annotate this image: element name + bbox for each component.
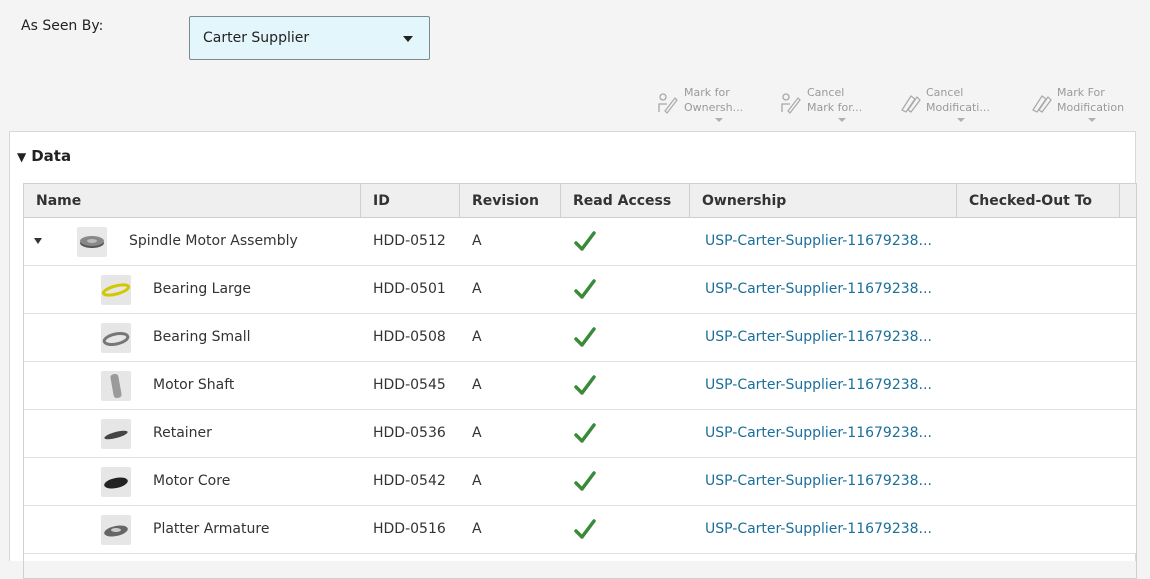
row-name: Bearing Large	[153, 281, 252, 297]
row-name: Motor Core	[153, 473, 231, 489]
data-panel: ▼ Data Name ID Revision Read Access Owner…	[9, 131, 1137, 579]
data-panel-header[interactable]: ▼ Data	[17, 147, 71, 165]
row-name: Retainer	[153, 425, 212, 441]
mark-ownership-line2: Ownersh...	[684, 101, 744, 114]
column-header-read-access[interactable]: Read Access	[561, 184, 690, 218]
row-revision: A	[472, 473, 482, 489]
row-ownership-link[interactable]: USP-Carter-Supplier-11679238...	[705, 218, 932, 265]
row-revision: A	[472, 521, 482, 537]
collapse-triangle-icon: ▼	[17, 150, 27, 164]
dropdown-arrow-icon	[715, 118, 723, 122]
dropdown-arrow-icon	[1088, 118, 1096, 122]
table-row[interactable]: Bearing Large HDD-0501 A USP-Carter-Supp…	[24, 266, 1136, 314]
cancel-mark-line2: Mark for...	[807, 101, 863, 114]
table-row[interactable]: Retainer HDD-0536 A USP-Carter-Supplier-…	[24, 410, 1136, 458]
row-revision: A	[472, 329, 482, 345]
row-ownership-link[interactable]: USP-Carter-Supplier-11679238...	[705, 314, 932, 361]
row-name: Spindle Motor Assembly	[129, 233, 298, 249]
column-header-checked-out-to[interactable]: Checked-Out To	[957, 184, 1120, 218]
motor-core-thumbnail-icon	[101, 467, 131, 497]
column-header-ownership[interactable]: Ownership	[690, 184, 957, 218]
mark-modification-line2: Modification	[1057, 101, 1125, 114]
mark-ownership-icon	[658, 93, 678, 114]
mark-modification-line1: Mark For	[1057, 86, 1105, 99]
row-ownership-link[interactable]: USP-Carter-Supplier-11679238...	[705, 362, 932, 409]
check-icon	[574, 519, 596, 539]
as-seen-by-dropdown[interactable]: Carter Supplier	[189, 16, 430, 60]
table-row[interactable]: Bearing Small HDD-0508 A USP-Carter-Supp…	[24, 314, 1136, 362]
table-header: Name ID Revision Read Access Ownership C…	[24, 184, 1136, 218]
row-id: HDD-0501	[373, 281, 446, 297]
row-id: HDD-0536	[373, 425, 446, 441]
column-header-id[interactable]: ID	[361, 184, 460, 218]
row-id: HDD-0545	[373, 377, 446, 393]
as-seen-by-selected: Carter Supplier	[203, 30, 310, 46]
row-revision: A	[472, 233, 482, 249]
dropdown-arrow-icon	[838, 118, 846, 122]
row-id: HDD-0542	[373, 473, 446, 489]
cancel-mark-ownership-icon	[781, 93, 801, 114]
tree-expander-icon[interactable]	[34, 238, 42, 244]
row-revision: A	[472, 281, 482, 297]
check-icon	[574, 231, 596, 251]
row-id: HDD-0512	[373, 233, 446, 249]
check-icon	[574, 471, 596, 491]
row-revision: A	[472, 425, 482, 441]
cancel-modification-icon	[901, 95, 921, 113]
mark-modification-icon	[1032, 95, 1052, 113]
table-row[interactable]: Platter Armature HDD-0516 A USP-Carter-S…	[24, 506, 1136, 554]
data-panel-title: Data	[31, 147, 72, 165]
table-row[interactable]: Motor Shaft HDD-0545 A USP-Carter-Suppli…	[24, 362, 1136, 410]
as-seen-by-label: As Seen By:	[21, 18, 104, 34]
platter-armature-thumbnail-icon	[101, 515, 131, 545]
bearing-small-thumbnail-icon	[101, 323, 131, 353]
row-name: Motor Shaft	[153, 377, 235, 393]
check-icon	[574, 279, 596, 299]
assembly-thumbnail-icon	[77, 227, 107, 257]
row-ownership-link[interactable]: USP-Carter-Supplier-11679238...	[705, 266, 932, 313]
dropdown-arrow-icon	[957, 118, 965, 122]
column-header-name[interactable]: Name	[24, 184, 361, 218]
chevron-down-icon	[403, 36, 413, 42]
cancel-modification-line1: Cancel	[926, 86, 964, 99]
bearing-large-thumbnail-icon	[101, 275, 131, 305]
row-name: Bearing Small	[153, 329, 251, 345]
row-ownership-link[interactable]: USP-Carter-Supplier-11679238...	[705, 410, 932, 457]
row-id: HDD-0508	[373, 329, 446, 345]
mark-ownership-line1: Mark for	[684, 86, 730, 99]
row-ownership-link[interactable]: USP-Carter-Supplier-11679238...	[705, 458, 932, 505]
column-header-revision[interactable]: Revision	[460, 184, 561, 218]
data-table: Name ID Revision Read Access Ownership C…	[23, 183, 1137, 579]
row-ownership-link[interactable]: USP-Carter-Supplier-11679238...	[705, 506, 932, 553]
cancel-modification-line2: Modificati...	[926, 101, 990, 114]
row-revision: A	[472, 377, 482, 393]
check-icon	[574, 327, 596, 347]
row-id: HDD-0516	[373, 521, 446, 537]
table-row[interactable]: Spindle Motor Assembly HDD-0512 A USP-Ca…	[24, 218, 1136, 266]
motor-shaft-thumbnail-icon	[101, 371, 131, 401]
cancel-mark-line1: Cancel	[807, 86, 845, 99]
check-icon	[574, 375, 596, 395]
row-name: Platter Armature	[153, 521, 270, 537]
table-row[interactable]: Motor Core HDD-0542 A USP-Carter-Supplie…	[24, 458, 1136, 506]
check-icon	[574, 423, 596, 443]
retainer-thumbnail-icon	[101, 419, 131, 449]
